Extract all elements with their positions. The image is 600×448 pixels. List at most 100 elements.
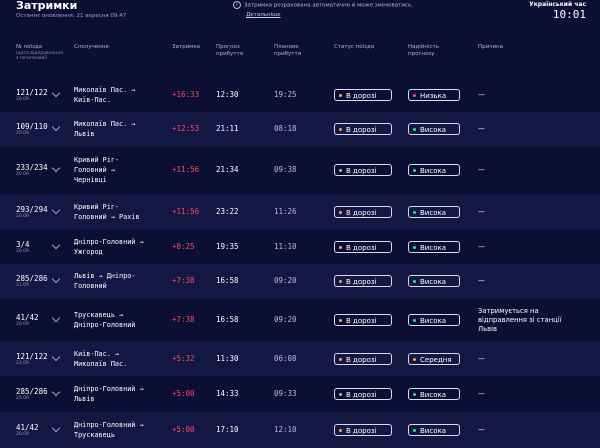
col-reason[interactable]: Причина [478,44,503,51]
last-updated: Останнє оновлення: 21 вересня 09:47 [16,13,127,19]
table-row[interactable]: 41/42 20.09 Дніпро-Головний → Трускавець +5:… [0,412,600,448]
table-row[interactable]: 293/294 20.09 Кривий Ріг- Головний → Рахів +… [0,194,600,230]
chevron-down-icon[interactable] [51,163,61,173]
reliability-text: Висока [420,209,447,217]
status-text: В дорозі [346,244,377,252]
reliability-dot-icon [413,210,416,214]
status-text: В дорозі [346,278,377,286]
col-forecast[interactable]: Прогноз прибуття [216,44,256,58]
page-header: Затримки Останнє оновлення: 21 вересня 0… [0,0,600,40]
status-badge: В дорозі [334,206,392,218]
status-badge: В дорозі [334,89,392,101]
forecast-time: 16:58 [216,315,239,324]
forecast-time: 21:34 [216,165,239,174]
status-text: В дорозі [346,167,377,175]
chevron-down-icon[interactable] [51,313,61,323]
reliability-text: Висока [420,391,447,399]
status-dot-icon [339,168,342,172]
col-delay[interactable]: Затримка [172,44,200,51]
reliability-badge: Висока [408,424,460,436]
details-link[interactable]: Детальніше [246,11,413,20]
status-badge: В дорозі [334,164,392,176]
forecast-time: 14:33 [216,389,239,398]
chevron-down-icon[interactable] [51,274,61,284]
col-route[interactable]: Сполучення [74,44,109,51]
status-text: В дорозі [346,92,377,100]
status-dot-icon [339,428,342,432]
status-dot-icon [339,245,342,249]
route-line: Львів [74,395,95,403]
forecast-time: 11:30 [216,354,239,363]
route-line: Трускавець [74,431,115,439]
table-row[interactable]: 3/4 20.09 Дніпро-Головний → Ужгород +8:25 19:… [0,230,600,264]
chevron-down-icon[interactable] [51,352,61,362]
reliability-badge: Висока [408,206,460,218]
table-row[interactable]: 41/42 20.09 Трускавець → Дніпро-Головний +7:… [0,298,600,342]
table-row[interactable]: 121/122 20.09 Миколаїв Пас. → Київ-Пас. +16:… [0,78,600,112]
reliability-badge: Висока [408,314,460,326]
chevron-down-icon[interactable] [51,88,61,98]
status-badge: В дорозі [334,353,392,365]
status-text: В дорозі [346,391,377,399]
chevron-down-icon[interactable] [51,205,61,215]
reliability-dot-icon [413,279,416,283]
planned-time: 11:26 [274,207,297,216]
reliability-text: Низька [420,92,447,100]
table-row[interactable]: 121/122 21.09 Київ-Пас. → Миколаїв Пас. +5:3… [0,342,600,376]
table-row[interactable]: 233/234 20.09 Кривий Ріг- Головний → Чернівц… [0,146,600,194]
train-date: 20.09 [16,432,29,437]
reason-line: — [478,90,485,99]
planned-time: 09:20 [274,276,297,285]
reason-line: Затримується на [478,306,539,315]
reliability-text: Висока [420,126,447,134]
col-status[interactable]: Статус поїзда [334,44,374,51]
reliability-badge: Висока [408,123,460,135]
chevron-down-icon[interactable] [51,387,61,397]
notice-text: Затримка розрахована автоматично й може … [244,2,413,9]
reliability-badge: Висока [408,164,460,176]
delay-value: +7:38 [172,276,195,285]
route-line: Київ-Пас. [74,96,111,104]
reliability-dot-icon [413,428,416,432]
delay-value: +11:56 [172,207,200,216]
col-reliability[interactable]: Надійність прогнозу [408,44,452,58]
chevron-down-icon[interactable] [51,423,61,433]
route-line: Львів [74,130,95,138]
reliability-dot-icon [413,168,416,172]
chevron-down-icon[interactable] [51,122,61,132]
table-row[interactable]: 285/286 20.09 Дніпро-Головний → Львів +5:00 1… [0,376,600,412]
route-line: Ужгород [74,248,103,256]
reason-line: — [478,165,485,174]
train-date: 20.09 [16,131,29,136]
reliability-badge: Висока [408,241,460,253]
reason-line: — [478,124,485,133]
status-text: В дорозі [346,209,377,217]
col-train[interactable]: № поїзда (дата відправлення з початкової) [16,44,66,61]
delay-value: +7:38 [172,315,195,324]
reason-line: — [478,207,485,216]
status-badge: В дорозі [334,275,392,287]
planned-time: 08:18 [274,124,297,133]
reliability-text: Висока [420,317,447,325]
reliability-text: Висока [420,244,447,252]
reason-line: — [478,276,485,285]
planned-time: 11:10 [274,242,297,251]
delay-value: +11:56 [172,165,200,174]
delay-value: +8:25 [172,242,195,251]
table-row[interactable]: 109/110 20.09 Миколаїв Пас. → Львів +12:53 21… [0,112,600,146]
chevron-down-icon[interactable] [51,240,61,250]
train-date: 20.09 [16,97,29,102]
route-line: Дніпро-Головний [74,321,136,329]
reliability-dot-icon [413,357,416,361]
delay-value: +12:53 [172,124,200,133]
planned-time: 19:25 [274,90,297,99]
delay-notice: i Затримка розрахована автоматично й може… [233,1,413,20]
train-date: 20.09 [16,396,29,401]
planned-time: 09:33 [274,389,297,398]
status-badge: В дорозі [334,241,392,253]
delay-value: +5:00 [172,425,195,434]
table-row[interactable]: 285/286 21.09 Львів → Дніпро- Головний +7:38… [0,264,600,298]
status-dot-icon [339,318,342,322]
train-date: 20.09 [16,172,29,177]
col-planned[interactable]: Планове прибуття [274,44,314,58]
